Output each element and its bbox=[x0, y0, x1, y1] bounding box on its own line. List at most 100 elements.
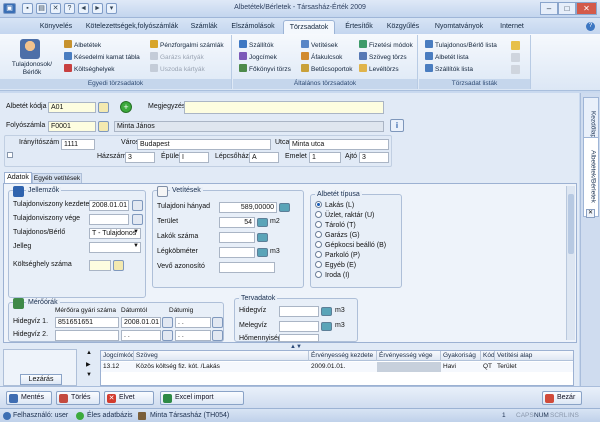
megjegyzes-field[interactable] bbox=[184, 101, 384, 114]
col-gyakorisag[interactable]: Gyakoriság bbox=[441, 351, 481, 361]
calendar-icon[interactable] bbox=[132, 200, 143, 211]
col-vetitesi-alap[interactable]: Vetítési alap bbox=[495, 351, 573, 361]
radio-parkolo[interactable]: Parkoló (P) bbox=[315, 251, 360, 259]
utca-field[interactable]: Minta utca bbox=[289, 139, 389, 150]
calc-icon[interactable] bbox=[257, 233, 268, 242]
people-icon[interactable] bbox=[20, 39, 40, 59]
lookup-button[interactable] bbox=[98, 102, 109, 113]
bezar-button[interactable]: Bezár bbox=[542, 391, 582, 405]
koltseghelyek-button[interactable]: Költséghelyek bbox=[64, 64, 114, 75]
tab-konyveles[interactable]: Könyvelés bbox=[34, 20, 78, 34]
calc-icon[interactable] bbox=[257, 248, 268, 257]
export-icon[interactable] bbox=[511, 41, 520, 50]
nav-next-icon[interactable]: ▶ bbox=[86, 361, 91, 368]
radio-gepkocsi[interactable]: Gépkocsi beálló (B) bbox=[315, 241, 386, 249]
calc-icon[interactable] bbox=[257, 218, 268, 227]
calc-icon[interactable] bbox=[279, 203, 290, 212]
albetetek-button[interactable]: Albetétek bbox=[64, 40, 101, 51]
terulet-field[interactable]: 54 bbox=[219, 217, 255, 228]
calendar-icon[interactable] bbox=[132, 214, 143, 225]
calendar-icon[interactable] bbox=[212, 317, 223, 328]
tab-adatok[interactable]: Adatok bbox=[4, 172, 32, 183]
emelet-field[interactable]: 1 bbox=[309, 152, 341, 163]
hazszam-field[interactable]: 3 bbox=[125, 152, 155, 163]
radio-uzlet[interactable]: Üzlet, raktár (U) bbox=[315, 211, 374, 219]
tab-ertesitok[interactable]: Értesítők bbox=[340, 20, 378, 34]
folyoszamla-field[interactable]: F0001 bbox=[48, 121, 96, 132]
tab-torzsadatok[interactable]: Törzsadatok bbox=[283, 20, 335, 34]
albetet-kodja-field[interactable]: A01 bbox=[48, 102, 96, 113]
minimize-button[interactable]: – bbox=[540, 2, 558, 15]
leveltorzs-button[interactable]: Levéltörzs bbox=[359, 64, 399, 75]
szoveg-torzs-button[interactable]: Szöveg törzs bbox=[359, 52, 407, 63]
vertical-scrollbar[interactable] bbox=[566, 186, 575, 340]
hanyad-field[interactable]: 589,00000 bbox=[219, 202, 277, 213]
help-icon[interactable]: ? bbox=[586, 22, 595, 31]
tulajdonosok-button[interactable]: Tulajdonosok/ Bérlők bbox=[6, 61, 58, 79]
afakulcsok-button[interactable]: Áfakulcsok bbox=[301, 52, 342, 63]
col-kezdete[interactable]: Érvényesség kezdete bbox=[309, 351, 377, 361]
radio-tarolo[interactable]: Tároló (T) bbox=[315, 221, 356, 229]
betucsoportok-button[interactable]: Betűcsoportok bbox=[301, 64, 353, 75]
table-row[interactable]: 13.12 Közös költség fiz. kót. /Lakás 200… bbox=[101, 362, 573, 372]
nav-down-icon[interactable]: ▼ bbox=[86, 372, 92, 378]
vege-field[interactable] bbox=[89, 214, 129, 225]
excel-import-button[interactable]: Excel import bbox=[160, 391, 244, 405]
melegviz-field[interactable] bbox=[279, 321, 319, 332]
radio-egyeb[interactable]: Egyéb (E) bbox=[315, 261, 356, 269]
lepcsohaz-field[interactable]: A bbox=[249, 152, 279, 163]
mentes-button[interactable]: Mentés bbox=[6, 391, 52, 405]
vetitesek-button[interactable]: Vetítések bbox=[301, 40, 338, 51]
chevron-down-icon[interactable]: ▼ bbox=[133, 243, 139, 249]
close-tab-icon[interactable]: ✕ bbox=[586, 209, 595, 218]
radio-iroda[interactable]: Iroda (I) bbox=[315, 271, 350, 279]
calc-icon[interactable] bbox=[321, 307, 332, 316]
koltseghely-field[interactable] bbox=[89, 260, 111, 271]
calendar-icon[interactable] bbox=[162, 330, 173, 341]
hidegviz1-datumig[interactable]: . . bbox=[175, 317, 211, 328]
albetet-lista-button[interactable]: Albetét lista bbox=[425, 52, 469, 63]
tab-egyeb-vetitesek[interactable]: Egyéb vetítések bbox=[32, 173, 82, 183]
info-icon[interactable]: i bbox=[390, 119, 404, 132]
col-vege[interactable]: Érvényesség vége bbox=[377, 351, 441, 361]
calendar-icon[interactable] bbox=[212, 330, 223, 341]
nav-up-icon[interactable]: ▲ bbox=[86, 350, 92, 356]
close-button[interactable]: ✕ bbox=[576, 2, 597, 15]
fizetesi-modok-button[interactable]: Fizetési módok bbox=[359, 40, 413, 51]
lookup-button[interactable] bbox=[113, 260, 124, 271]
col-szoveg[interactable]: Szöveg bbox=[134, 351, 309, 361]
add-icon[interactable]: + bbox=[120, 101, 132, 113]
vevo-field[interactable] bbox=[219, 262, 275, 273]
col-kod[interactable]: Kód bbox=[481, 351, 495, 361]
tab-szamlak[interactable]: Számlák bbox=[185, 20, 223, 34]
calc-icon[interactable] bbox=[321, 322, 332, 331]
hidegviz2-datumtol[interactable]: . . bbox=[121, 330, 161, 341]
maximize-button[interactable]: □ bbox=[558, 2, 576, 15]
epulet-field[interactable]: I bbox=[179, 152, 209, 163]
radio-garazs[interactable]: Garázs (G) bbox=[315, 231, 360, 239]
kezdete-field[interactable]: 2008.01.01 bbox=[89, 200, 129, 211]
lezaras-button[interactable]: Lezárás bbox=[20, 374, 62, 385]
scrollbar-thumb[interactable] bbox=[568, 194, 574, 254]
legkobmeter-field[interactable] bbox=[219, 247, 255, 258]
lakok-field[interactable] bbox=[219, 232, 255, 243]
iranyitoszam-field[interactable]: 1111 bbox=[61, 139, 95, 150]
elvet-button[interactable]: ✕ Elvet bbox=[104, 391, 154, 405]
hidegviz1-datumtol[interactable]: 2008.01.01 bbox=[121, 317, 161, 328]
lookup-button[interactable] bbox=[98, 121, 109, 132]
varos-field[interactable]: Budapest bbox=[137, 139, 271, 150]
tab-nyomtatvanyok[interactable]: Nyomtatványok bbox=[428, 20, 490, 34]
hidegviz1-gyari[interactable]: 851651651 bbox=[55, 317, 119, 328]
col-jogcimkod[interactable]: Jogcímkód bbox=[101, 351, 134, 361]
chevron-down-icon[interactable]: ▼ bbox=[133, 229, 139, 235]
side-tab-albetetek[interactable]: Albetétek/Bérletek bbox=[583, 137, 599, 217]
torles-button[interactable]: Törlés bbox=[56, 391, 100, 405]
jogcimek-button[interactable]: Jogcímek bbox=[239, 52, 277, 63]
homennyiseg-field[interactable] bbox=[279, 334, 319, 342]
tab-elszamolasok[interactable]: Elszámolások bbox=[228, 20, 278, 34]
tulajdonos-lista-button[interactable]: Tulajdonos/Bérlő lista bbox=[425, 40, 497, 51]
szallitok-lista-button[interactable]: Szállítók lista bbox=[425, 64, 473, 75]
hidegviz2-datumig[interactable]: . . bbox=[175, 330, 211, 341]
hidegviz2-gyari[interactable] bbox=[55, 330, 119, 341]
szallitok-button[interactable]: Szállítók bbox=[239, 40, 274, 51]
